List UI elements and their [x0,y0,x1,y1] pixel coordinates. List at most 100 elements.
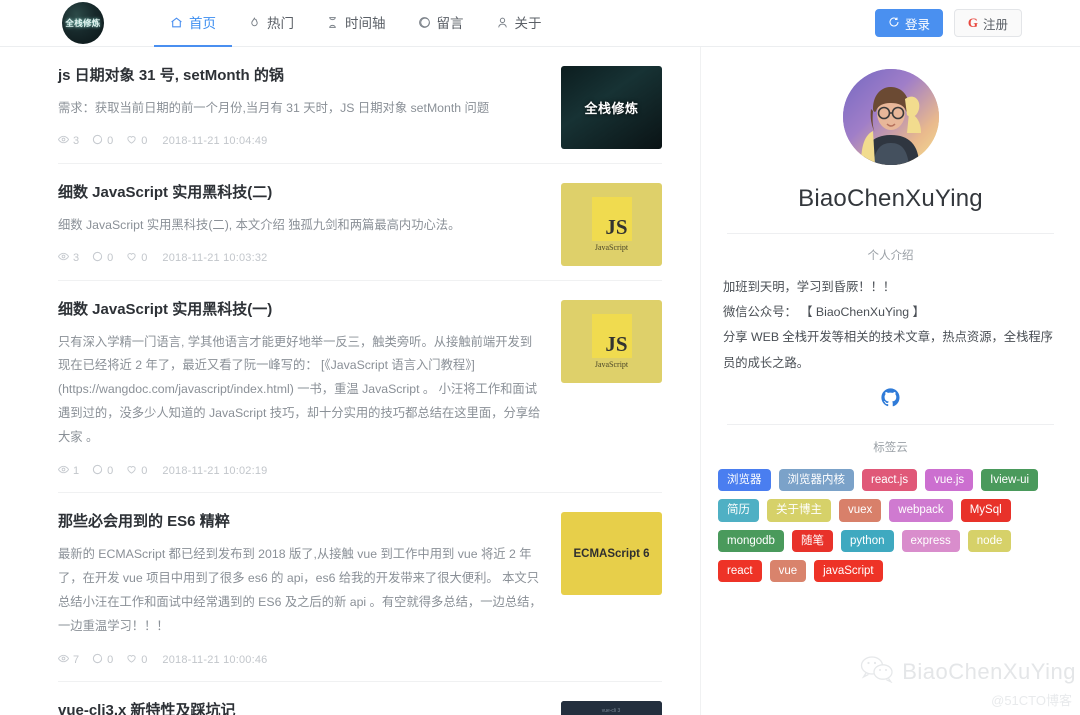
profile-name: BiaoChenXuYing [798,185,983,212]
avatar[interactable] [842,69,939,165]
tag-item[interactable]: react [718,559,762,583]
article-list-item[interactable]: js 日期对象 31 号, setMonth 的锅 需求：获取当前日期的前一个月… [57,47,662,164]
nav-item-hot[interactable]: 热门 [232,0,310,47]
comment-count-value: 0 [107,135,114,148]
view-count-value: 7 [73,653,80,666]
comment-count-value: 0 [107,252,114,265]
heart-icon [126,653,137,667]
user-icon [496,16,509,29]
article-title[interactable]: 细数 JavaScript 实用黑科技(二) [58,183,543,203]
comment-icon [92,653,103,667]
comment-count: 0 [92,251,113,265]
view-count: 3 [57,251,79,265]
login-button[interactable]: 登录 [874,9,943,37]
tag-item[interactable]: 浏览器内核 [778,468,854,492]
comment-count-value: 0 [107,653,114,666]
like-count-value: 0 [141,653,148,666]
view-count: 1 [57,464,80,478]
like-count: 0 [126,653,147,667]
tag-item[interactable]: 关于博主 [767,499,831,522]
article-list: js 日期对象 31 号, setMonth 的锅 需求：获取当前日期的前一个月… [0,47,700,715]
article-meta: 3 0 0 2018-11-21 10:03:32 [57,251,543,265]
comment-icon [92,251,103,265]
like-count-value: 0 [141,252,148,265]
tag-item[interactable]: vue [769,559,807,583]
nav-item-timeline[interactable]: 时间轴 [310,0,402,47]
article-content: 细数 JavaScript 实用黑科技(一) 只有深入学精一门语言, 学其他语言… [57,300,561,478]
article-title[interactable]: 细数 JavaScript 实用黑科技(一) [58,300,543,320]
nav-item-home[interactable]: 首页 [154,0,232,47]
article-date: 2018-11-21 10:02:19 [162,465,268,478]
article-content: 细数 JavaScript 实用黑科技(二) 细数 JavaScript 实用黑… [57,183,561,266]
view-count: 7 [57,653,80,667]
view-count-value: 1 [73,465,80,478]
intro-line-1: 加班到天明，学习到昏厥！！！ [723,280,896,294]
tag-item[interactable]: react.js [862,468,918,492]
home-icon [170,16,183,29]
register-button-label: 注册 [983,17,1009,32]
nav-item-message[interactable]: 留言 [402,0,480,47]
article-content: 那些必会用到的 ES6 精粹 最新的 ECMAScript 都已经到发布到 20… [57,512,561,667]
tag-item[interactable]: javaScript [814,559,883,583]
article-list-item[interactable]: vue-cli3.x 新特性及踩坑记 vue-cli 都到 3.0.3 了，所以… [58,682,662,715]
article-thumbnail-label: ECMAScript 6 [573,547,650,560]
comment-count: 0 [92,134,113,148]
nav-item-timeline-label: 时间轴 [345,16,386,31]
like-count-value: 0 [141,135,148,148]
article-title[interactable]: vue-cli3.x 新特性及踩坑记 [58,701,543,715]
comment-count-value: 0 [107,465,114,478]
article-content: vue-cli3.x 新特性及踩坑记 vue-cli 都到 3.0.3 了，所以… [58,701,561,715]
tag-item[interactable]: vue.js [925,468,974,492]
nav-item-home-label: 首页 [189,16,216,31]
register-button[interactable]: G 注册 [954,9,1022,37]
article-summary: 细数 JavaScript 实用黑科技(二), 本文介绍 独孤九剑和两篇最高内功… [58,217,461,232]
tag-item[interactable]: MySql [960,499,1011,522]
like-count-value: 0 [141,465,148,478]
tag-item[interactable]: mongodb [718,529,784,552]
view-count-value: 3 [73,135,80,148]
eye-icon [57,251,70,265]
site-logo[interactable]: 全栈修炼 [62,2,104,44]
tag-item[interactable]: 浏览器 [718,468,771,492]
site-logo-label: 全栈修炼 [65,18,101,28]
timeline-icon [326,16,339,29]
eye-icon [57,653,70,667]
nav-item-hot-label: 热门 [267,16,294,31]
heart-icon [126,251,137,265]
article-thumbnail[interactable]: JS JavaScript [561,300,662,383]
article-title[interactable]: 那些必会用到的 ES6 精粹 [58,512,543,532]
tag-cloud: 浏览器 浏览器内核 react.js vue.js Iview-ui 简历 关于… [701,455,1080,583]
nav-item-about[interactable]: 关于 [480,0,558,47]
tag-item[interactable]: vuex [839,499,882,522]
article-thumbnail[interactable]: JS JavaScript [561,183,662,266]
article-list-item[interactable]: 那些必会用到的 ES6 精粹 最新的 ECMAScript 都已经到发布到 20… [57,493,662,682]
article-list-item[interactable]: 细数 JavaScript 实用黑科技(二) 细数 JavaScript 实用黑… [57,164,662,281]
watermark-subtitle: @51CTO博客 [991,693,1072,708]
tag-item[interactable]: node [967,529,1012,552]
eye-icon [57,464,70,478]
article-thumbnail[interactable]: vue-cli 3 plugins [561,700,662,715]
tag-item[interactable]: 简历 [718,499,759,522]
watermark: BiaoChenXuYing @51CTO博客 [860,655,1076,709]
tag-item[interactable]: webpack [889,499,953,522]
article-title[interactable]: js 日期对象 31 号, setMonth 的锅 [58,66,543,86]
svg-text:vue-cli 3: vue-cli 3 [602,708,621,714]
tag-item[interactable]: express [901,529,960,552]
article-thumbnail[interactable]: ECMAScript 6 [561,512,662,596]
tag-item[interactable]: python [840,529,894,552]
article-content: js 日期对象 31 号, setMonth 的锅 需求：获取当前日期的前一个月… [57,66,561,149]
github-icon[interactable] [881,388,900,412]
article-thumbnail[interactable]: 全栈修炼 [561,66,662,149]
comment-icon [92,134,103,148]
social-links [701,388,1080,412]
login-button-label: 登录 [904,17,930,32]
wechat-icon [860,655,894,688]
login-arrow-icon [888,16,900,31]
fire-icon [248,16,261,29]
article-list-item[interactable]: 细数 JavaScript 实用黑科技(一) 只有深入学精一门语言, 学其他语言… [57,281,662,494]
comment-count: 0 [92,653,113,667]
intro-line-3: 分享 WEB 全栈开发等相关的技术文章，热点资源，全栈程序员的成长之路。 [723,330,1053,370]
tag-item[interactable]: 随笔 [791,529,833,552]
tag-item[interactable]: Iview-ui [981,468,1039,492]
eye-icon [57,134,70,148]
